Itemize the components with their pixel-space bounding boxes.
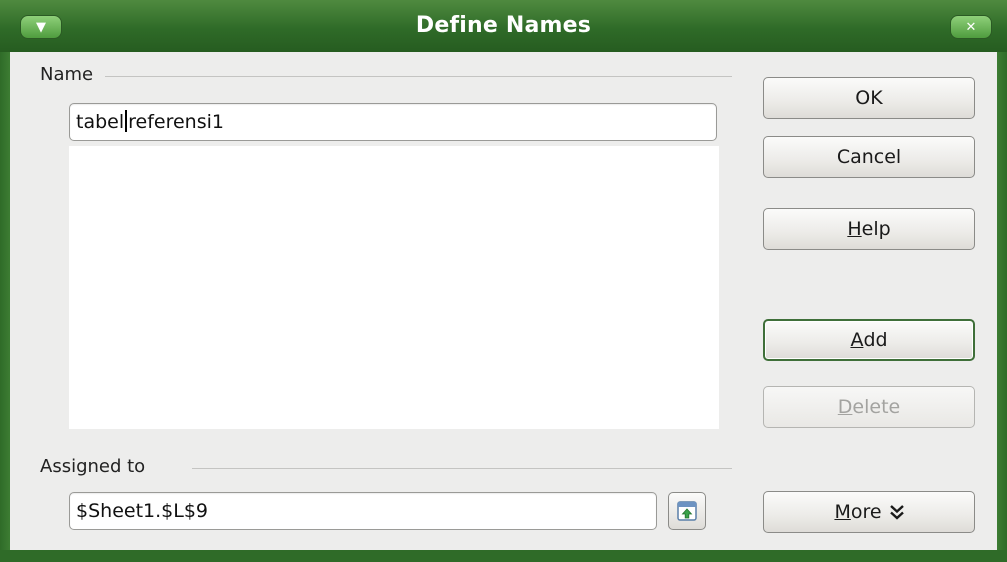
more-label: ore [850, 501, 882, 523]
more-button[interactable]: More [763, 491, 975, 533]
more-mnemonic: M [834, 501, 851, 523]
delete-label: elete [852, 396, 901, 418]
window-frame-left [0, 52, 10, 562]
dialog-title: Define Names [415, 13, 592, 38]
assigned-to-label: Assigned to [40, 456, 146, 477]
add-label: dd [863, 329, 888, 351]
shrink-reference-button[interactable] [668, 492, 706, 530]
title-bar[interactable]: ▼ Define Names ✕ [0, 0, 1007, 53]
add-button[interactable]: Add [763, 319, 975, 361]
names-list[interactable] [69, 146, 719, 429]
help-label: elp [861, 218, 891, 240]
help-button[interactable]: Help [763, 208, 975, 250]
name-section-separator [105, 76, 732, 77]
help-mnemonic: H [847, 218, 862, 240]
window-frame-right [997, 52, 1007, 562]
name-input-text-after-caret: referensi1 [128, 111, 224, 133]
shrink-reference-icon [677, 501, 697, 521]
add-mnemonic: A [850, 329, 864, 351]
close-icon[interactable]: ✕ [950, 15, 992, 39]
text-caret [125, 110, 128, 132]
ok-button[interactable]: OK [763, 77, 975, 119]
delete-mnemonic: D [837, 396, 853, 418]
delete-button[interactable]: Delete [763, 386, 975, 428]
cancel-button[interactable]: Cancel [763, 136, 975, 178]
name-section-label: Name [40, 64, 94, 85]
double-chevron-down-icon [889, 505, 904, 520]
window-frame-bottom [0, 550, 1007, 562]
define-names-dialog: ▼ Define Names ✕ Name tabel referensi1 As… [0, 0, 1007, 562]
name-input[interactable]: tabel referensi1 [69, 103, 717, 141]
assigned-section-separator [192, 468, 732, 469]
assigned-to-input[interactable]: $Sheet1.$L$9 [69, 492, 657, 530]
name-input-text-before-caret: tabel [76, 111, 125, 133]
